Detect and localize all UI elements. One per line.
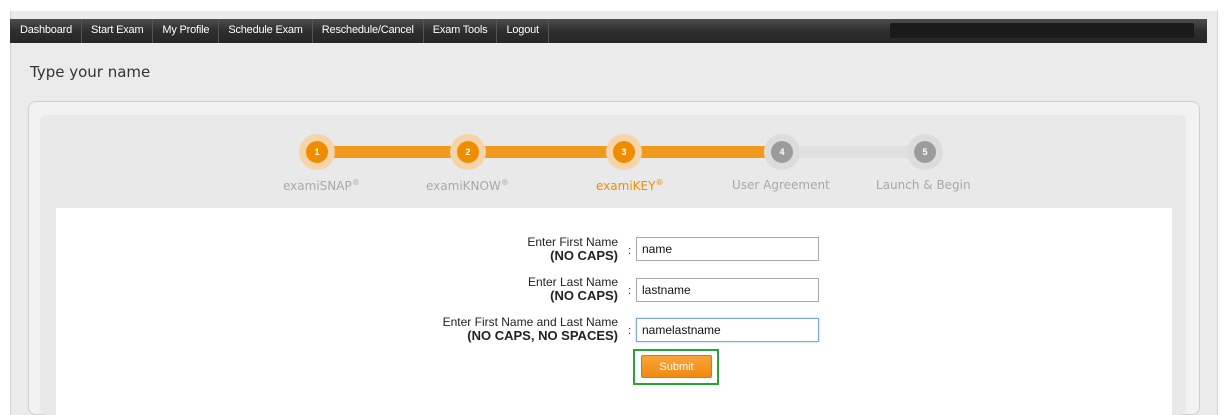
step-3-registered-mark: ® (655, 178, 664, 187)
last-name-label: Enter Last Name (NO CAPS) (527, 275, 618, 303)
step-5-label: Launch & Begin (876, 178, 971, 192)
step-3-number: 3 (613, 141, 635, 163)
first-name-hint: (NO CAPS) (550, 248, 618, 263)
first-name-label-group: Enter First Name (NO CAPS) (300, 236, 618, 266)
progress-track-remaining (780, 146, 928, 158)
step-5-indicator: 5 (907, 134, 943, 170)
step-4-label: User Agreement (732, 178, 830, 192)
full-name-field[interactable]: namelastname (636, 318, 819, 342)
nav-schedule-exam[interactable]: Schedule Exam (219, 19, 313, 43)
step-1-label-text: examiSNAP (283, 179, 352, 193)
nav-reschedule-cancel[interactable]: Reschedule/Cancel (313, 19, 424, 43)
step-1-registered-mark: ® (351, 178, 360, 187)
step-4-indicator: 4 (764, 134, 800, 170)
nav-logout[interactable]: Logout (497, 19, 549, 43)
full-name-label-text: Enter First Name and Last Name (442, 315, 618, 329)
step-1-indicator: 1 (299, 134, 335, 170)
full-name-colon: : (628, 325, 632, 337)
submit-button[interactable]: Submit (641, 355, 712, 378)
first-name-label: Enter First Name (NO CAPS) (527, 235, 618, 263)
step-2-number: 2 (457, 141, 479, 163)
step-4-number: 4 (771, 141, 793, 163)
step-3-indicator: 3 (606, 134, 642, 170)
step-1-number: 1 (306, 141, 328, 163)
step-1-label: examiSNAP® (283, 178, 360, 193)
step-2-indicator: 2 (450, 134, 486, 170)
step-4-label-text: User Agreement (732, 178, 830, 192)
progress-track-done (316, 146, 786, 158)
full-name-label: Enter First Name and Last Name (NO CAPS,… (442, 315, 618, 343)
last-name-label-text: Enter Last Name (527, 275, 618, 289)
first-name-colon: : (628, 245, 632, 257)
step-2-label: examiKNOW® (426, 178, 509, 193)
last-name-label-group: Enter Last Name (NO CAPS) (300, 276, 618, 306)
navbar-dark-bar (890, 23, 1194, 38)
step-5-label-text: Launch & Begin (876, 178, 971, 192)
nav-my-profile[interactable]: My Profile (153, 19, 220, 43)
nav-dashboard[interactable]: Dashboard (10, 19, 83, 43)
last-name-hint: (NO CAPS) (550, 288, 618, 303)
full-name-label-group: Enter First Name and Last Name (NO CAPS,… (300, 316, 618, 346)
full-name-hint: (NO CAPS, NO SPACES) (467, 328, 618, 343)
first-name-label-text: Enter First Name (527, 235, 618, 249)
last-name-field[interactable]: lastname (636, 278, 819, 302)
last-name-colon: : (628, 285, 632, 297)
step-2-label-text: examiKNOW (426, 179, 501, 193)
step-3-label-text: examiKEY (596, 179, 656, 193)
nav-start-exam[interactable]: Start Exam (82, 19, 154, 43)
step-2-registered-mark: ® (500, 178, 509, 187)
first-name-field[interactable]: name (636, 237, 819, 261)
step-3-label: examiKEY® (596, 178, 663, 193)
top-navbar: Dashboard Start Exam My Profile Schedule… (10, 19, 1207, 43)
step-5-number: 5 (914, 141, 936, 163)
nav-exam-tools[interactable]: Exam Tools (424, 19, 498, 43)
page-title: Type your name (30, 63, 151, 81)
